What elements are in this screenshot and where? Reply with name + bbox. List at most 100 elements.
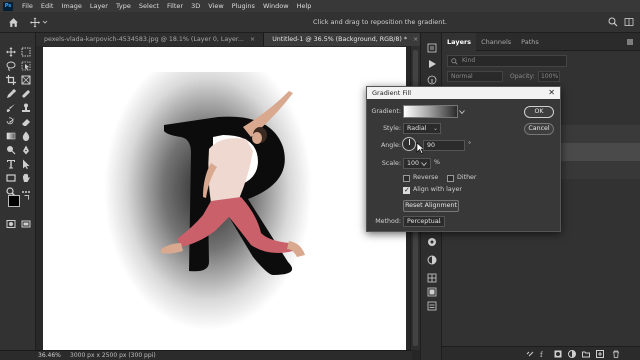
link-layers-icon[interactable] [526,350,534,358]
tab-label: Untitled-1 @ 36.5% (Background, RGB/8) * [272,36,408,43]
layer-row[interactable] [560,161,640,179]
adjustments-icon[interactable] [427,255,437,265]
menu-select[interactable]: Select [135,0,163,12]
gradient-swatch[interactable] [403,105,458,118]
workspace-icon[interactable] [624,17,634,27]
angle-label: Angle: [380,142,401,149]
layer-row[interactable] [560,125,640,143]
history-icon[interactable] [427,43,437,53]
menu-image[interactable]: Image [57,0,85,12]
photoshop-logo[interactable]: Ps [3,1,13,11]
reverse-checkbox[interactable] [403,175,410,182]
path-selection-icon[interactable] [21,159,31,169]
reset-alignment-button[interactable]: Reset Alignment [403,200,459,212]
dither-checkbox[interactable] [447,175,454,182]
brush-icon[interactable] [6,103,16,113]
tab-paths[interactable]: Paths [516,33,544,51]
gradient-label: Gradient: [371,108,401,115]
align-with-layer-checkbox[interactable] [403,186,410,194]
tab-pexels-document[interactable]: pexels-vlada-karpovich-4534583.jpg @ 18.… [36,33,265,46]
tab-untitled-document[interactable]: Untitled-1 @ 36.5% (Background, RGB/8) *… [264,33,428,46]
close-icon[interactable]: ✕ [548,88,555,98]
search-icon [451,58,458,65]
close-icon[interactable]: × [250,36,255,43]
libraries-icon[interactable] [427,273,437,283]
cancel-button[interactable]: Cancel [524,123,554,135]
frame-icon[interactable] [21,75,31,85]
properties-icon[interactable] [427,301,437,311]
quick-mask-icon[interactable] [6,219,16,229]
menu-3d[interactable]: 3D [187,0,204,12]
chevron-down-icon[interactable] [421,161,427,167]
method-select[interactable]: Perceptual ⌄ [403,216,445,227]
angle-dial[interactable] [402,137,416,151]
menu-bar: Ps File Edit Image Layer Type Select Fil… [0,0,640,12]
crop-icon[interactable] [6,75,16,85]
zoom-level[interactable]: 36.46% [38,352,61,359]
menu-type[interactable]: Type [112,0,135,12]
blur-icon[interactable] [21,131,31,141]
ok-button[interactable]: OK [524,106,554,118]
new-layer-icon[interactable] [596,350,604,358]
method-label: Method: [375,218,401,225]
chevron-down-icon[interactable] [459,109,465,115]
menu-view[interactable]: View [204,0,227,12]
eyedropper-icon[interactable] [6,89,16,99]
color-wheel-icon[interactable] [427,237,437,247]
document-canvas[interactable] [43,47,406,350]
rectangle-icon[interactable] [6,173,16,183]
document-info[interactable]: 3000 px x 2500 px (300 ppi) [70,352,156,359]
group-icon[interactable] [582,350,590,358]
chevron-down-icon: ⌄ [436,218,442,225]
clone-stamp-icon[interactable] [21,103,31,113]
tab-channels[interactable]: Channels [476,33,516,51]
layer-filter-kind[interactable]: Kind [447,55,567,67]
panel-menu-icon[interactable] [626,38,634,46]
eraser-icon[interactable] [21,117,31,127]
pen-icon[interactable] [21,145,31,155]
status-bar: 36.46% 3000 px x 2500 px (300 ppi) [0,350,412,360]
style-select[interactable]: Radial ⌄ [403,123,441,134]
dialog-titlebar[interactable]: Gradient Fill ✕ [367,87,560,99]
menu-window[interactable]: Window [259,0,293,12]
trash-icon[interactable] [612,350,620,358]
move-tool-icon[interactable] [30,17,48,28]
menu-file[interactable]: File [18,0,37,12]
info-icon[interactable] [427,75,437,85]
gradient-icon[interactable] [6,131,16,141]
actions-play-icon[interactable] [427,59,437,69]
menu-layer[interactable]: Layer [86,0,112,12]
marquee-icon[interactable] [21,47,31,57]
move-icon[interactable] [6,47,16,57]
tab-layers[interactable]: Layers [442,32,477,51]
menu-edit[interactable]: Edit [37,0,58,12]
menu-help[interactable]: Help [293,0,316,12]
spot-healing-icon[interactable] [21,89,31,99]
screen-mode-icon[interactable] [21,219,31,229]
dodge-icon[interactable] [6,145,16,155]
search-icon[interactable] [608,17,618,27]
add-mask-icon[interactable] [554,350,562,358]
home-icon[interactable] [8,17,19,28]
document-tabs: pexels-vlada-karpovich-4534583.jpg @ 18.… [36,33,428,46]
close-icon[interactable]: × [413,36,418,43]
blend-mode-select[interactable]: Normal [447,71,503,82]
layer-style-icon[interactable]: f [540,350,548,358]
reverse-label: Reverse [413,174,439,181]
menu-filter[interactable]: Filter [163,0,187,12]
swatches-icon[interactable] [427,287,437,297]
swap-colors-icon[interactable] [23,194,30,201]
lasso-icon[interactable] [6,61,16,71]
tab-label: pexels-vlada-karpovich-4534583.jpg @ 18.… [44,36,244,43]
layer-row-selected[interactable] [560,143,640,161]
menu-plugins[interactable]: Plugins [228,0,259,12]
foreground-color-swatch[interactable] [8,195,20,207]
canvas-area [36,46,410,350]
opacity-field[interactable]: 100% [538,71,560,82]
object-select-icon[interactable] [21,61,31,71]
hand-icon[interactable] [21,173,31,183]
history-brush-icon[interactable] [6,117,16,127]
type-icon[interactable] [6,159,16,169]
angle-input[interactable]: 90 [423,140,465,151]
adjustment-layer-icon[interactable] [568,350,576,358]
